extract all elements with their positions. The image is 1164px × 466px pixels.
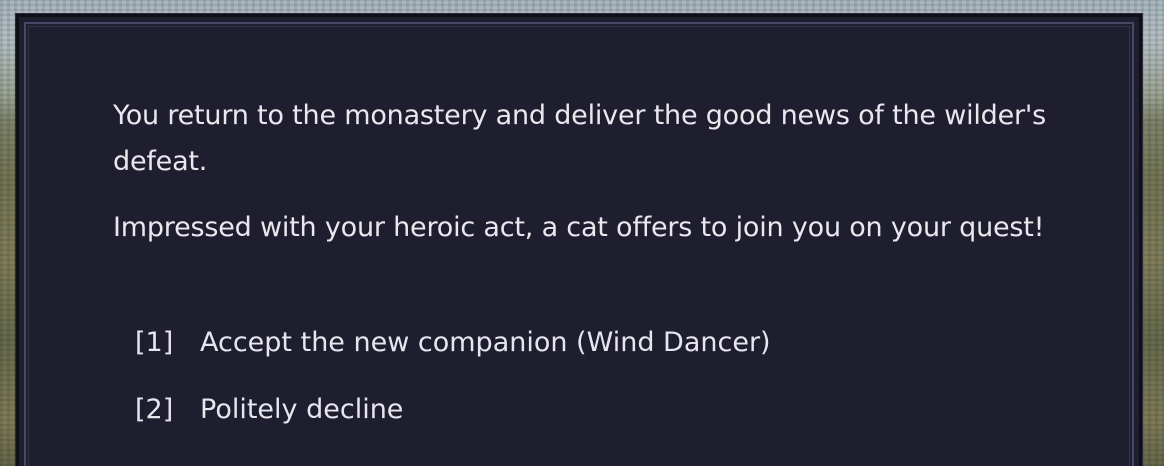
choice-key: [1] <box>135 326 174 358</box>
dialog-content: You return to the monastery and deliver … <box>113 93 1063 453</box>
narrative-paragraph: You return to the monastery and deliver … <box>113 100 1047 177</box>
narrative-paragraph: Impressed with your heroic act, a cat of… <box>113 212 1045 243</box>
event-dialog: You return to the monastery and deliver … <box>16 14 1142 466</box>
choice-label: Politely decline <box>200 393 404 425</box>
choice-label: Accept the new companion (Wind Dancer) <box>200 326 771 358</box>
choice-key: [2] <box>135 393 174 425</box>
choice-decline[interactable]: [2] Politely decline <box>135 386 1063 432</box>
choice-accept-companion[interactable]: [1] Accept the new companion (Wind Dance… <box>135 319 1063 365</box>
narrative-text: You return to the monastery and deliver … <box>113 93 1063 251</box>
choice-list: [1] Accept the new companion (Wind Dance… <box>113 319 1063 432</box>
